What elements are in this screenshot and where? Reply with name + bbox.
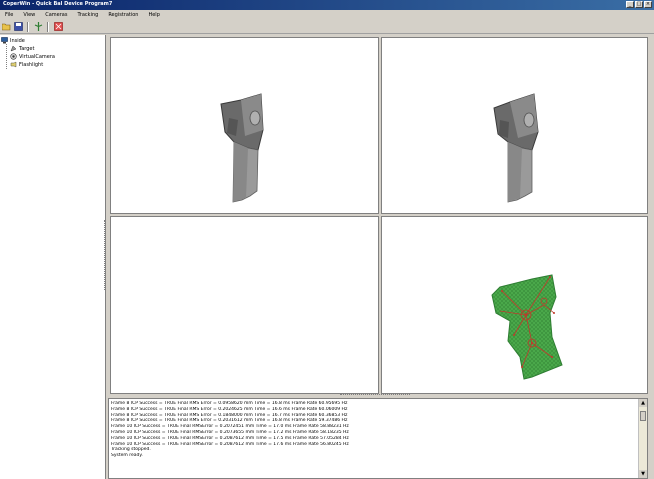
bone-model-render	[220, 93, 264, 203]
bone-model-render	[493, 93, 539, 203]
open-button[interactable]	[1, 22, 11, 32]
target-icon	[34, 22, 42, 31]
menu-view[interactable]: View	[18, 12, 40, 18]
save-icon	[13, 22, 23, 31]
tree-item-label: Target	[19, 45, 35, 52]
log-line: System ready.	[111, 453, 143, 459]
close-button[interactable]: ×	[644, 1, 652, 8]
scroll-up-arrow[interactable]: ▲	[639, 399, 647, 407]
tree-item-label: VirtualCamera	[19, 53, 55, 60]
computer-icon	[1, 37, 8, 44]
tree-item-virtualcamera[interactable]: VirtualCamera	[10, 53, 55, 60]
toolbar	[0, 20, 654, 34]
menu-registration[interactable]: Registration	[103, 12, 143, 18]
tree-connector	[6, 44, 7, 69]
tree-root-label: Inside	[10, 37, 25, 44]
menu-tracking[interactable]: Tracking	[72, 12, 103, 18]
surface-scan-render	[491, 274, 563, 380]
viewport-top-right[interactable]	[381, 37, 648, 214]
toolbar-separator	[47, 21, 49, 32]
scene-tree: Inside Target VirtualCamera Flashlight	[0, 35, 106, 479]
vertical-splitter[interactable]	[104, 220, 109, 290]
tree-root[interactable]: Inside	[1, 37, 25, 44]
tree-item-flashlight[interactable]: Flashlight	[10, 61, 43, 68]
menu-bar: File View Cameras Tracking Registration …	[0, 10, 654, 20]
menu-help[interactable]: Help	[143, 12, 164, 18]
menu-cameras[interactable]: Cameras	[40, 12, 72, 18]
folder-open-icon	[1, 23, 10, 30]
minimize-button[interactable]: _	[626, 1, 634, 8]
scroll-down-arrow[interactable]: ▼	[639, 470, 647, 478]
save-button[interactable]	[13, 22, 23, 32]
title-bar: CoperWin - Quick Bal Device Program7 _ □…	[0, 0, 654, 10]
menu-file[interactable]: File	[0, 12, 18, 18]
maximize-button[interactable]: □	[635, 1, 643, 8]
viewport-bottom-left[interactable]	[110, 216, 379, 394]
toolbar-separator	[27, 21, 29, 32]
flashlight-icon	[10, 61, 17, 68]
target-node-icon	[10, 45, 17, 52]
viewport-top-left[interactable]	[110, 37, 379, 214]
scroll-thumb[interactable]	[640, 411, 646, 421]
tree-item-target[interactable]: Target	[10, 45, 34, 52]
tree-item-label: Flashlight	[19, 61, 44, 68]
stop-button[interactable]	[53, 22, 63, 32]
target-button[interactable]	[33, 22, 43, 32]
viewport-bottom-right[interactable]	[381, 216, 648, 394]
log-scrollbar[interactable]: ▲ ▼	[638, 399, 647, 478]
stop-icon	[53, 22, 63, 31]
camera-icon	[10, 53, 17, 60]
window-title: CoperWin - Quick Bal Device Program7	[3, 1, 113, 7]
log-panel: Frame 8 ICP Success = TRUE Final RMS Err…	[108, 398, 648, 479]
